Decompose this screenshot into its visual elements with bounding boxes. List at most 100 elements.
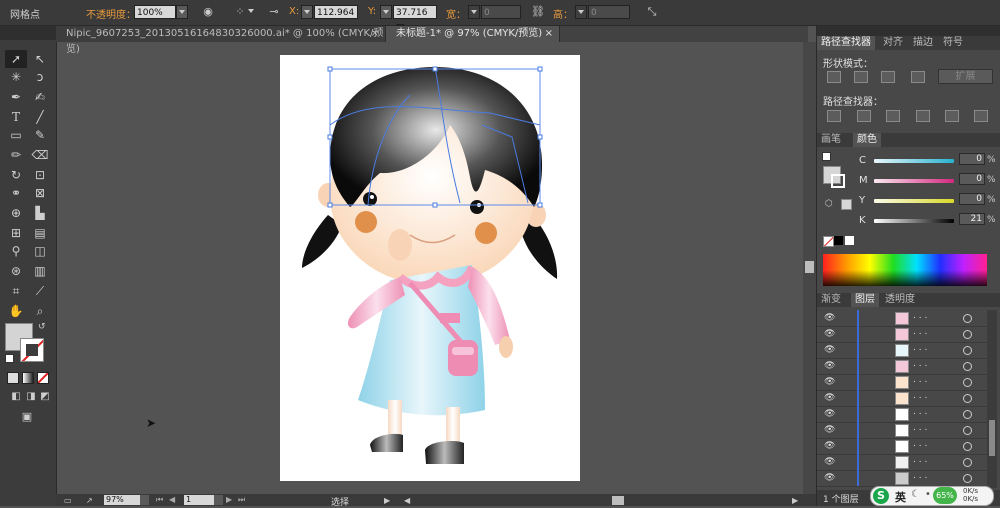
link-icon[interactable]: ⛓ (530, 5, 546, 19)
target-circle-icon[interactable] (963, 442, 972, 451)
tab-stroke[interactable]: 描边 (909, 36, 937, 50)
height-stepper[interactable] (575, 5, 587, 19)
y-field[interactable]: 37.716 m (393, 5, 437, 32)
out-of-gamut-icon[interactable]: ⬡ (825, 199, 833, 209)
target-circle-icon[interactable] (963, 362, 972, 371)
y-stepper[interactable] (380, 5, 392, 19)
visibility-eye-icon[interactable]: 👁 (824, 329, 835, 339)
tab-pathfinder[interactable]: 路径查找器 (817, 36, 875, 50)
page-dropdown[interactable] (214, 495, 223, 505)
layer-row[interactable]: 👁 . . . (817, 390, 987, 407)
next-page-icon[interactable]: ▶ (226, 495, 232, 504)
target-circle-icon[interactable] (963, 410, 972, 419)
reference-point-dropdown[interactable] (246, 5, 258, 19)
ime-dot-icon[interactable]: • (925, 489, 931, 500)
black-color-swatch[interactable] (834, 236, 843, 245)
visibility-eye-icon[interactable]: 👁 (824, 345, 835, 355)
close-tab-icon[interactable]: × (545, 26, 553, 42)
channel-k-slider[interactable] (874, 219, 954, 223)
tab-color[interactable]: 颜色 (853, 133, 881, 147)
target-circle-icon[interactable] (963, 314, 972, 323)
layer-row[interactable]: 👁 . . . (817, 358, 987, 375)
close-tab-icon[interactable]: × (371, 26, 379, 42)
default-fill-stroke-icon[interactable] (822, 152, 831, 161)
previous-page-icon[interactable]: ◀ (169, 495, 175, 504)
channel-k-value[interactable]: 21 (959, 213, 985, 225)
tab-untitled-document[interactable]: 未标题-1* @ 97% (CMYK/预览) × (386, 26, 560, 42)
lasso-tool-icon[interactable]: ↄ (29, 68, 51, 86)
layer-row[interactable]: 👁 . . . (817, 470, 987, 487)
visibility-eye-icon[interactable]: 👁 (824, 409, 835, 419)
layer-row[interactable]: 👁 . . . (817, 406, 987, 423)
visibility-eye-icon[interactable]: 👁 (824, 457, 835, 467)
eyedropper-tool-icon[interactable]: ⚲ (5, 242, 27, 260)
channel-c-slider[interactable] (874, 159, 954, 163)
outline-button[interactable] (945, 110, 959, 122)
rectangle-tool-icon[interactable]: ▭ (5, 126, 27, 144)
perspective-grid-tool-icon[interactable]: ▙ (29, 204, 51, 222)
screen-mode-icon[interactable]: ▣ (16, 408, 38, 426)
line-tool-icon[interactable]: ╱ (29, 108, 51, 126)
x-field[interactable]: 112.964 (314, 5, 358, 19)
layer-row[interactable]: 👁 . . . (817, 454, 987, 471)
ime-language[interactable]: 英 (895, 489, 906, 505)
color-spectrum[interactable] (823, 254, 987, 286)
opacity-label[interactable]: 不透明度： (86, 6, 136, 21)
visibility-eye-icon[interactable]: 👁 (824, 377, 835, 387)
x-stepper[interactable] (301, 5, 313, 19)
status-menu-icon[interactable]: ▶ (384, 496, 390, 505)
tab-align[interactable]: 对齐 (879, 36, 907, 50)
transform-icon[interactable]: ⤡ (644, 5, 660, 19)
opacity-dropdown-button[interactable] (176, 5, 188, 19)
layer-row[interactable]: 👁 . . . (817, 326, 987, 343)
tab-layers[interactable]: 图层 (851, 293, 879, 307)
curvature-tool-icon[interactable]: ✍ (29, 88, 51, 106)
visibility-eye-icon[interactable]: 👁 (824, 473, 835, 483)
zoom-dropdown[interactable] (140, 495, 149, 505)
crop-button[interactable] (916, 110, 930, 122)
tab-nipic-document[interactable]: Nipic_9607253_20130516164830326000.ai* @… (56, 26, 386, 55)
page-field[interactable]: 1 (184, 495, 214, 505)
artboard-nav-icon[interactable]: ▭ (64, 496, 72, 505)
draw-inside-icon[interactable]: ◩ (34, 388, 56, 406)
recolor-icon[interactable]: ◉ (200, 5, 216, 19)
first-page-icon[interactable]: ⏮ (156, 495, 163, 505)
tab-gradient[interactable]: 渐变 (817, 293, 845, 307)
unite-button[interactable] (827, 71, 841, 83)
blend-tool-icon[interactable]: ◫ (29, 242, 51, 260)
zoom-tool-icon[interactable]: ⌕ (29, 302, 51, 320)
scroll-right-icon[interactable]: ▶ (792, 496, 798, 505)
rotate-tool-icon[interactable]: ↻ (5, 166, 27, 184)
target-circle-icon[interactable] (963, 474, 972, 483)
last-page-icon[interactable]: ⏭ (238, 495, 245, 505)
channel-m-value[interactable]: 0 (959, 173, 985, 185)
gradient-mode-icon[interactable] (22, 372, 34, 384)
none-color-swatch[interactable] (823, 236, 834, 247)
gradient-tool-icon[interactable]: ▤ (29, 224, 51, 242)
layer-row[interactable]: 👁 . . . (817, 438, 987, 455)
visibility-eye-icon[interactable]: 👁 (824, 425, 835, 435)
width-tool-icon[interactable]: ⚭ (5, 184, 27, 202)
visibility-eye-icon[interactable]: 👁 (824, 361, 835, 371)
tab-transparency[interactable]: 透明度 (881, 293, 919, 307)
color-stroke-swatch[interactable] (831, 174, 845, 188)
layers-scrollbar[interactable] (987, 310, 997, 488)
selection-tool-icon[interactable]: ➚ (5, 50, 27, 68)
web-safe-swatch[interactable] (841, 199, 852, 210)
magic-wand-tool-icon[interactable]: ✳ (5, 68, 27, 86)
exclude-button[interactable] (911, 71, 925, 83)
channel-y-slider[interactable] (874, 199, 954, 203)
visibility-eye-icon[interactable]: 👁 (824, 313, 835, 323)
default-colors-icon[interactable] (5, 354, 14, 363)
share-icon[interactable]: ↗ (86, 496, 93, 505)
tab-brushes[interactable]: 画笔 (817, 133, 845, 147)
white-color-swatch[interactable] (845, 236, 854, 245)
artboard-tool-icon[interactable]: ⌗ (5, 282, 27, 300)
pen-tool-icon[interactable]: ✒ (5, 88, 27, 106)
scale-tool-icon[interactable]: ⊡ (29, 166, 51, 184)
free-transform-tool-icon[interactable]: ⊠ (29, 184, 51, 202)
paintbrush-tool-icon[interactable]: ✎ (29, 126, 51, 144)
slice-tool-icon[interactable]: ⟋ (29, 282, 51, 300)
channel-y-value[interactable]: 0 (959, 193, 985, 205)
type-tool-icon[interactable]: T (5, 108, 27, 126)
